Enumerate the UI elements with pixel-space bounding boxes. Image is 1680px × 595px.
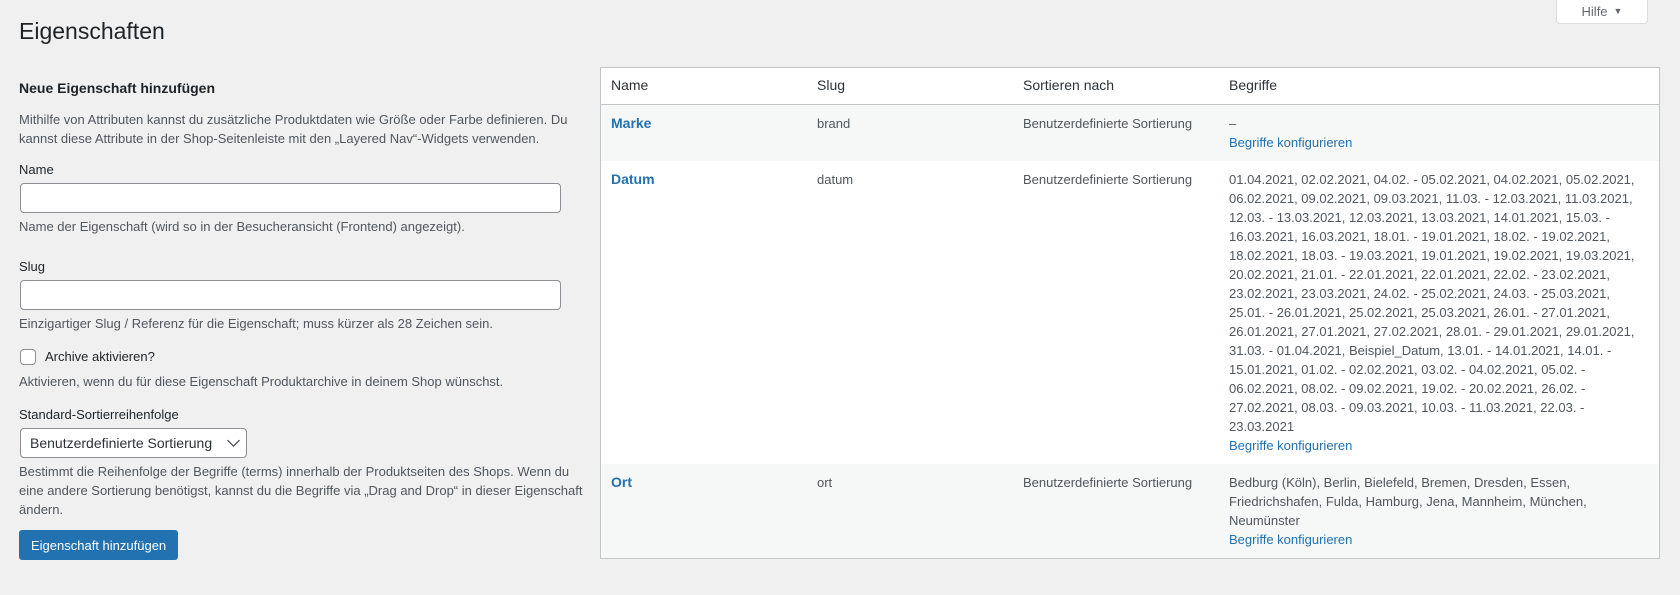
page-title: Eigenschaften xyxy=(19,18,165,44)
slug-label: Slug xyxy=(19,259,46,274)
attribute-slug: brand xyxy=(807,104,1013,161)
column-header-name[interactable]: Name xyxy=(601,68,807,105)
column-header-terms[interactable]: Begriffe xyxy=(1219,68,1659,105)
name-label: Name xyxy=(19,162,54,177)
column-header-slug[interactable]: Slug xyxy=(807,68,1013,105)
table-row: Datum datum Benutzerdefinierte Sortierun… xyxy=(601,161,1659,464)
archive-checkbox[interactable] xyxy=(20,348,36,365)
attribute-terms: Bedburg (Köln), Berlin, Bielefeld, Breme… xyxy=(1229,474,1587,528)
archive-hint: Aktivieren, wenn du für diese Eigenschaf… xyxy=(19,374,504,389)
slug-hint: Einzigartiger Slug / Referenz für die Ei… xyxy=(19,316,494,331)
configure-terms-link[interactable]: Begriffe konfigurieren xyxy=(1229,436,1649,455)
table-row: Ort ort Benutzerdefinierte Sortierung Be… xyxy=(601,463,1659,558)
add-attribute-form: Neue Eigenschaft hinzufügen Mithilfe von… xyxy=(19,78,584,560)
attribute-terms: – xyxy=(1229,115,1237,131)
attribute-name-link[interactable]: Marke xyxy=(611,115,651,131)
name-input[interactable] xyxy=(20,183,561,213)
attributes-table: Name Slug Sortieren nach Begriffe Marke … xyxy=(600,67,1660,559)
form-intro: Mithilfe von Attributen kannst du zusätz… xyxy=(19,112,568,146)
attribute-sort: Benutzerdefinierte Sortierung xyxy=(1013,463,1219,558)
archive-row: Archive aktivieren? xyxy=(19,347,584,366)
configure-terms-link[interactable]: Begriffe konfigurieren xyxy=(1229,133,1649,152)
configure-terms-link[interactable]: Begriffe konfigurieren xyxy=(1229,530,1649,549)
attribute-slug: datum xyxy=(817,171,854,187)
column-header-sort[interactable]: Sortieren nach xyxy=(1013,68,1219,105)
sort-hint: Bestimmt die Reihenfolge der Begriffe (t… xyxy=(19,464,583,517)
form-heading: Neue Eigenschaft hinzufügen xyxy=(19,80,216,96)
attribute-slug: ort xyxy=(807,463,1013,558)
caret-down-icon: ▼ xyxy=(1613,6,1623,16)
chevron-down-icon xyxy=(227,434,240,447)
sort-label: Standard-Sortierreihenfolge xyxy=(19,407,179,422)
sort-order-select[interactable]: Benutzerdefinierte Sortierung xyxy=(20,428,247,458)
table-header-row: Name Slug Sortieren nach Begriffe xyxy=(601,68,1659,105)
attribute-name-link[interactable]: Ort xyxy=(611,474,632,490)
attribute-terms: 01.04.2021, 02.02.2021, 04.02. - 05.02.2… xyxy=(1229,171,1635,434)
sort-order-value: Benutzerdefinierte Sortierung xyxy=(30,434,213,451)
table-row: Marke brand Benutzerdefinierte Sortierun… xyxy=(601,104,1659,161)
name-hint: Name der Eigenschaft (wird so in der Bes… xyxy=(19,219,465,234)
attribute-sort: Benutzerdefinierte Sortierung xyxy=(1023,171,1193,187)
archive-label[interactable]: Archive aktivieren? xyxy=(45,347,155,366)
add-attribute-button[interactable]: Eigenschaft hinzufügen xyxy=(19,530,179,560)
attribute-name-link[interactable]: Datum xyxy=(611,171,655,187)
attribute-sort: Benutzerdefinierte Sortierung xyxy=(1013,104,1219,161)
help-label: Hilfe xyxy=(1581,3,1608,19)
slug-input[interactable] xyxy=(20,280,561,310)
help-tab-button[interactable]: Hilfe ▼ xyxy=(1556,0,1648,24)
